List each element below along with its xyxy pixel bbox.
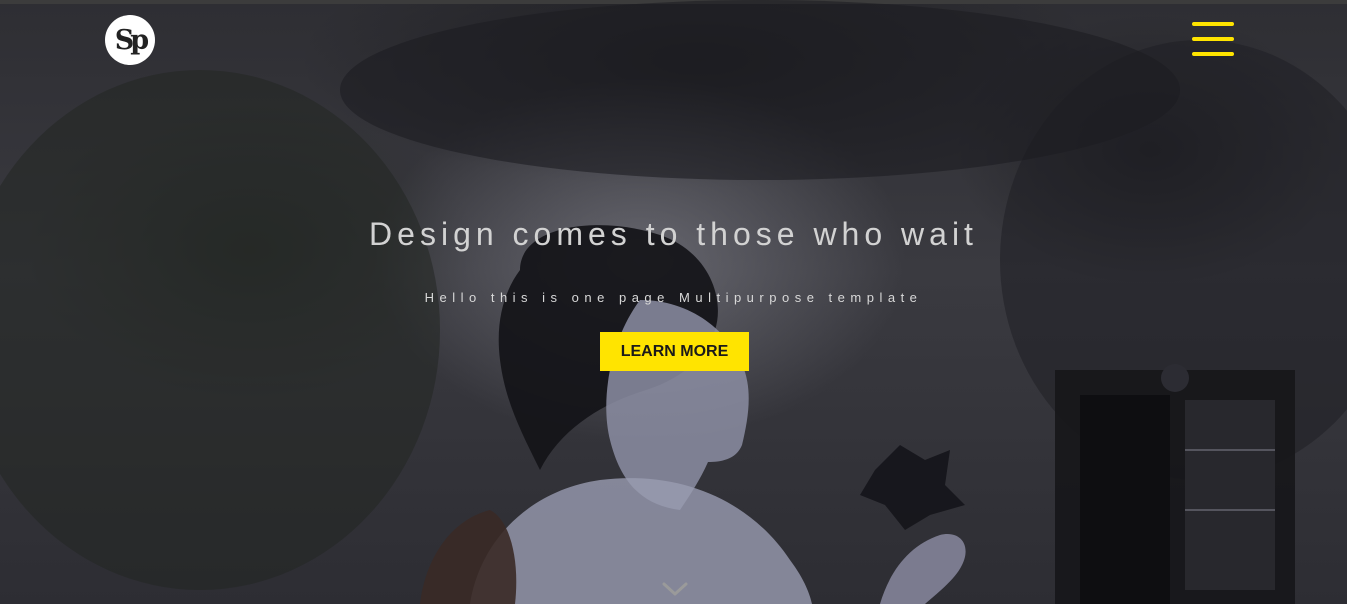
menu-bar-bottom (1192, 52, 1234, 56)
hamburger-menu-icon[interactable] (1192, 22, 1234, 58)
menu-bar-top (1192, 22, 1234, 26)
hero-subtitle: Hello this is one page Multipurpose temp… (424, 290, 923, 305)
learn-more-button[interactable]: LEARN MORE (600, 332, 749, 371)
logo-text: Sp (114, 24, 149, 56)
chevron-down-icon[interactable] (661, 579, 689, 599)
hero-section: Sp Design comes to those who wait Hello … (0, 0, 1347, 604)
site-logo[interactable]: Sp (105, 15, 155, 65)
hero-title: Design comes to those who wait (369, 216, 978, 252)
menu-bar-middle (1192, 37, 1234, 41)
